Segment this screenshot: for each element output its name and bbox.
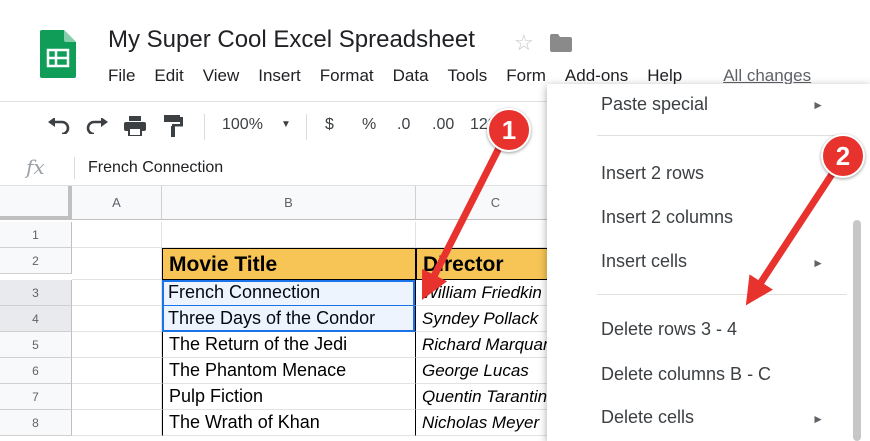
annotation-badge-2: 2 [821,134,865,178]
annotation-arrow-2 [745,164,840,306]
annotation-arrow-1 [421,132,509,300]
annotation-badge-1: 1 [487,108,531,152]
annotation-arrows [421,132,840,306]
